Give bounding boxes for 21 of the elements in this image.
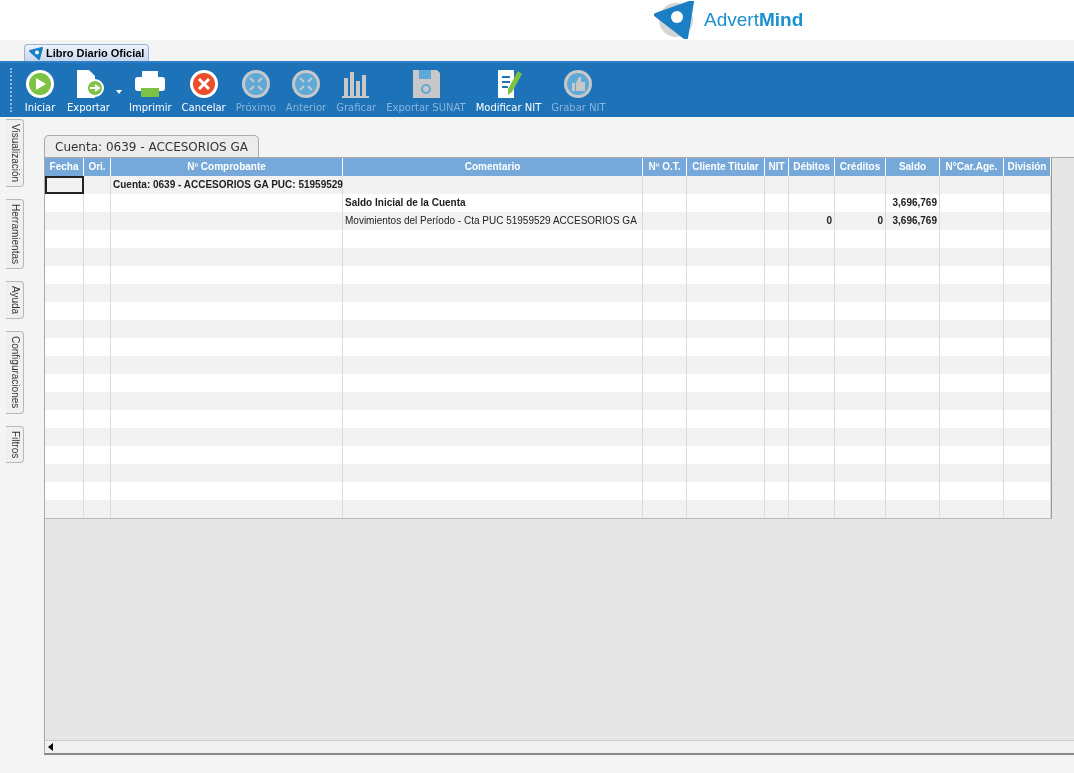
toolbar-button[interactable]: Exportar: [62, 67, 124, 113]
toolbar-button[interactable]: Modificar NIT: [470, 67, 547, 113]
play-icon: [23, 67, 57, 100]
column-header[interactable]: Fecha: [45, 158, 84, 176]
toolbar-button[interactable]: Cancelar: [176, 67, 231, 113]
brand-name: AdvertMind: [704, 9, 804, 31]
side-tab[interactable]: Filtros: [6, 425, 24, 463]
tab-label: Libro Diario Oficial: [46, 47, 145, 59]
panel-tab[interactable]: Cuenta: 0639 - ACCESORIOS GA: [44, 135, 260, 157]
scroll-left-icon[interactable]: [48, 743, 54, 751]
arrows-in-circle-icon: [289, 67, 323, 100]
document-tab[interactable]: Libro Diario Oficial: [24, 44, 150, 61]
side-tab[interactable]: Ayuda: [6, 281, 24, 320]
side-tab[interactable]: Configuraciones: [6, 331, 24, 414]
horizontal-scrollbar[interactable]: [45, 740, 1074, 753]
caret-icon: [116, 89, 122, 94]
toolbar-button[interactable]: Iniciar: [18, 67, 62, 113]
focused-cell[interactable]: [45, 176, 84, 194]
side-tab[interactable]: Visualización: [6, 119, 24, 188]
toolbar-button[interactable]: Imprimir: [124, 67, 177, 113]
side-tab[interactable]: Herramientas: [6, 199, 24, 270]
